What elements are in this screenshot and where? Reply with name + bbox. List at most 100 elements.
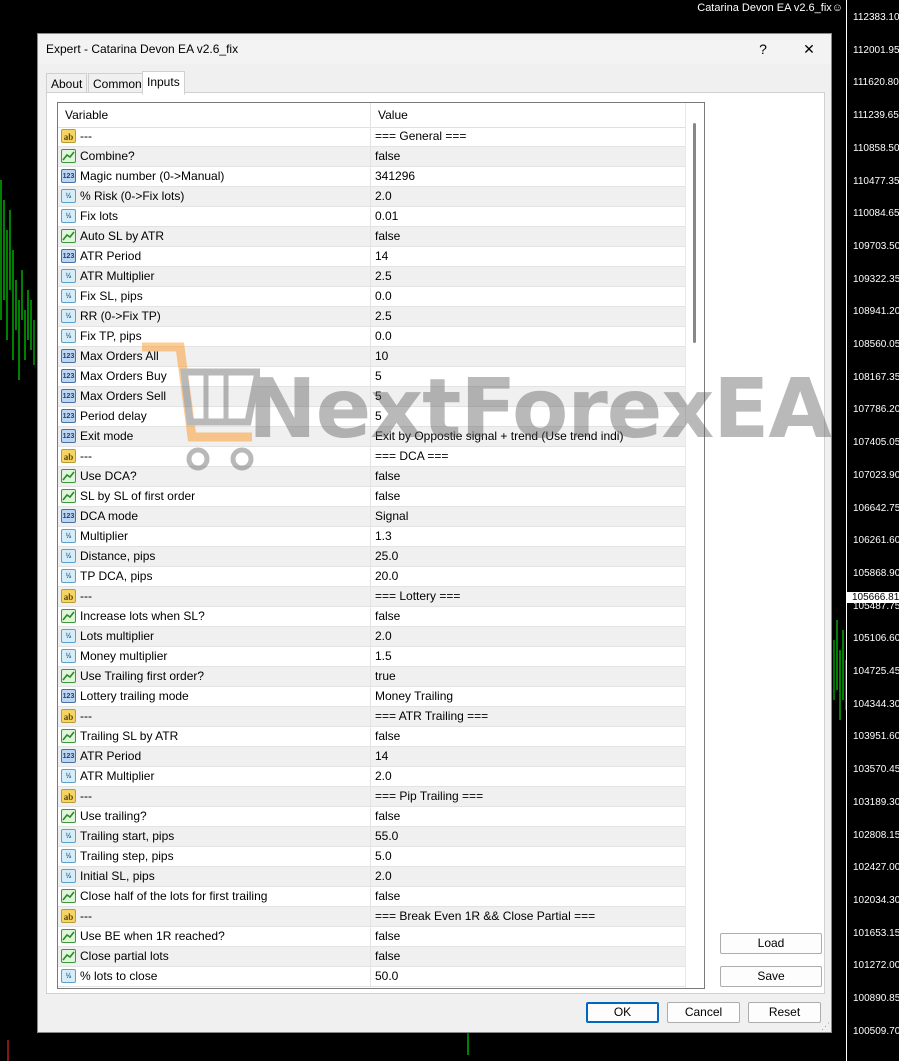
ok-button[interactable]: OK <box>586 1002 659 1023</box>
input-row[interactable]: Increase lots when SL? false <box>58 607 685 627</box>
dialog-titlebar[interactable]: Expert - Catarina Devon EA v2.6_fix ? ✕ <box>38 34 831 64</box>
input-row[interactable]: ab --- === General === <box>58 127 685 147</box>
tab-inputs[interactable]: Inputs <box>142 71 185 95</box>
value-cell[interactable]: false <box>375 227 400 246</box>
value-cell[interactable]: false <box>375 607 400 626</box>
value-cell[interactable]: 2.0 <box>375 867 392 886</box>
value-cell[interactable]: 14 <box>375 247 388 266</box>
value-cell[interactable]: 341296 <box>375 167 415 186</box>
input-row[interactable]: ab --- === DCA === <box>58 447 685 467</box>
value-cell[interactable]: 5.0 <box>375 847 392 866</box>
input-row[interactable]: ½ Trailing start, pips 55.0 <box>58 827 685 847</box>
input-row[interactable]: ½ Money multiplier 1.5 <box>58 647 685 667</box>
input-row[interactable]: ½ ATR Multiplier 2.0 <box>58 767 685 787</box>
value-cell[interactable]: false <box>375 147 400 166</box>
value-cell[interactable]: false <box>375 487 400 506</box>
cancel-button[interactable]: Cancel <box>667 1002 740 1023</box>
input-row[interactable]: ½ Multiplier 1.3 <box>58 527 685 547</box>
value-cell[interactable]: === Pip Trailing === <box>375 787 483 806</box>
reset-button[interactable]: Reset <box>748 1002 821 1023</box>
input-row[interactable]: ½ Lots multiplier 2.0 <box>58 627 685 647</box>
input-row[interactable]: ½ % lots to close 50.0 <box>58 967 685 987</box>
vertical-scrollbar[interactable] <box>685 103 704 988</box>
value-cell[interactable]: === DCA === <box>375 447 448 466</box>
input-row[interactable]: ½ Fix SL, pips 0.0 <box>58 287 685 307</box>
value-cell[interactable]: 50.0 <box>375 967 398 986</box>
input-row[interactable]: ½ TP DCA, pips 20.0 <box>58 567 685 587</box>
input-row[interactable]: Use Trailing first order? true <box>58 667 685 687</box>
input-row[interactable]: 123 Max Orders Buy 5 <box>58 367 685 387</box>
input-row[interactable]: 123 DCA mode Signal <box>58 507 685 527</box>
value-cell[interactable]: 2.0 <box>375 627 392 646</box>
value-cell[interactable]: 2.5 <box>375 267 392 286</box>
input-row[interactable]: ab --- === Lottery === <box>58 587 685 607</box>
value-cell[interactable]: 2.0 <box>375 767 392 786</box>
input-row[interactable]: SL by SL of first order false <box>58 487 685 507</box>
input-row[interactable]: ab --- === Break Even 1R && Close Partial … <box>58 907 685 927</box>
input-row[interactable]: 123 Exit mode Exit by Oppostie signal + tr… <box>58 427 685 447</box>
value-cell[interactable]: 0.0 <box>375 287 392 306</box>
value-cell[interactable]: Signal <box>375 507 408 526</box>
input-row[interactable]: ½ RR (0->Fix TP) 2.5 <box>58 307 685 327</box>
value-cell[interactable]: false <box>375 727 400 746</box>
input-row[interactable]: 123 Period delay 5 <box>58 407 685 427</box>
value-cell[interactable]: 14 <box>375 747 388 766</box>
input-row[interactable]: 123 Max Orders All 10 <box>58 347 685 367</box>
input-row[interactable]: Trailing SL by ATR false <box>58 727 685 747</box>
input-row[interactable]: 123 ATR Period 14 <box>58 747 685 767</box>
input-row[interactable]: ½ % Risk (0->Fix lots) 2.0 <box>58 187 685 207</box>
value-cell[interactable]: 5 <box>375 367 382 386</box>
value-cell[interactable]: true <box>375 667 396 686</box>
save-button[interactable]: Save <box>720 966 822 987</box>
input-row[interactable]: Auto SL by ATR false <box>58 227 685 247</box>
scrollbar-thumb[interactable] <box>693 123 696 343</box>
value-cell[interactable]: 0.0 <box>375 327 392 346</box>
input-row[interactable]: ab --- === ATR Trailing === <box>58 707 685 727</box>
value-cell[interactable]: 5 <box>375 387 382 406</box>
resize-grip-icon[interactable]: ⋰ <box>821 1022 830 1031</box>
value-cell[interactable]: 25.0 <box>375 547 398 566</box>
value-cell[interactable]: false <box>375 887 400 906</box>
input-row[interactable]: ½ Fix TP, pips 0.0 <box>58 327 685 347</box>
input-row[interactable]: Use trailing? false <box>58 807 685 827</box>
input-row[interactable]: ½ Distance, pips 25.0 <box>58 547 685 567</box>
value-cell[interactable]: false <box>375 807 400 826</box>
input-row[interactable]: Close partial lots false <box>58 947 685 967</box>
value-cell[interactable]: 0.01 <box>375 207 398 226</box>
value-cell[interactable]: false <box>375 947 400 966</box>
load-button[interactable]: Load <box>720 933 822 954</box>
input-row[interactable]: Use DCA? false <box>58 467 685 487</box>
input-row[interactable]: ab --- === Pip Trailing === <box>58 787 685 807</box>
input-row[interactable]: ½ Fix lots 0.01 <box>58 207 685 227</box>
close-button[interactable]: ✕ <box>794 39 824 59</box>
input-row[interactable]: 123 ATR Period 14 <box>58 247 685 267</box>
input-row[interactable]: Close half of the lots for first trailin… <box>58 887 685 907</box>
input-row[interactable]: ½ ATR Multiplier 2.5 <box>58 267 685 287</box>
value-cell[interactable]: 10 <box>375 347 388 366</box>
value-cell[interactable]: === Break Even 1R && Close Partial === <box>375 907 595 926</box>
value-cell[interactable]: 55.0 <box>375 827 398 846</box>
value-cell[interactable]: 5 <box>375 407 382 426</box>
column-header-variable[interactable]: Variable <box>58 103 371 127</box>
input-row[interactable]: ½ Initial SL, pips 2.0 <box>58 867 685 887</box>
value-cell[interactable]: 1.5 <box>375 647 392 666</box>
value-cell[interactable]: 2.0 <box>375 187 392 206</box>
value-cell[interactable]: false <box>375 467 400 486</box>
input-row[interactable]: 123 Lottery trailing mode Money Trailing <box>58 687 685 707</box>
help-button[interactable]: ? <box>748 39 778 59</box>
value-cell[interactable]: === ATR Trailing === <box>375 707 488 726</box>
input-row[interactable]: Use BE when 1R reached? false <box>58 927 685 947</box>
column-header-value[interactable]: Value <box>371 103 678 127</box>
input-row[interactable]: 123 Magic number (0->Manual) 341296 <box>58 167 685 187</box>
value-cell[interactable]: 1.3 <box>375 527 392 546</box>
value-cell[interactable]: === General === <box>375 127 466 146</box>
input-row[interactable]: 123 Max Orders Sell 5 <box>58 387 685 407</box>
value-cell[interactable]: Exit by Oppostie signal + trend (Use tre… <box>375 427 623 446</box>
input-row[interactable]: Combine? false <box>58 147 685 167</box>
value-cell[interactable]: === Lottery === <box>375 587 460 606</box>
value-cell[interactable]: 2.5 <box>375 307 392 326</box>
value-cell[interactable]: 20.0 <box>375 567 398 586</box>
input-row[interactable]: ½ Trailing step, pips 5.0 <box>58 847 685 867</box>
value-cell[interactable]: Money Trailing <box>375 687 453 706</box>
value-cell[interactable]: false <box>375 927 400 946</box>
